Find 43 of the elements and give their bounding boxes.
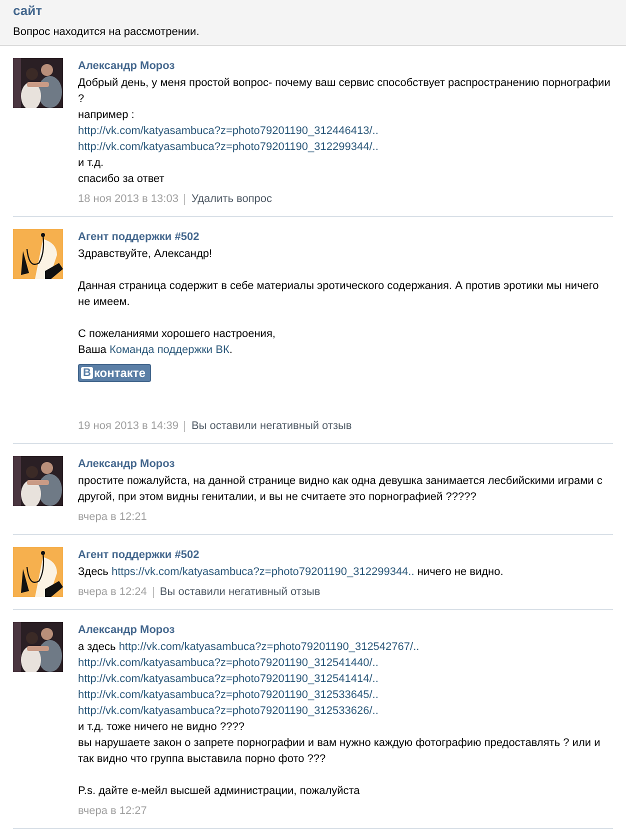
author-link[interactable]: Александр Мороз <box>78 58 613 74</box>
message-line: а здесь http://vk.com/katyasambuca?z=photo79201190_312542767/.. <box>78 640 420 655</box>
link[interactable]: http://vk.com/katyasambuca?z=photo79201190_312446413/.. <box>78 123 613 139</box>
message-line: вы нарушаете закон о запрете порнографии и вам нужно каждую фотографию предоставлять ? или и <box>78 736 602 751</box>
message-line: Данная страница содержит в себе материалы эротического содержания. А против эротики мы ничего <box>78 279 600 294</box>
link[interactable]: http://vk.com/katyasambuca?z=photo79201190_312299344/.. <box>78 139 613 155</box>
message-line: например : <box>78 108 136 123</box>
link[interactable]: https://vk.com/katyasambuca?z=photo79201190_312299344.. <box>111 566 414 578</box>
message-date: 19 ноя 2013 в 14:39 <box>78 419 178 434</box>
message-line: спасибо за ответ <box>78 172 166 187</box>
message-line: С пожеланиями хорошего настроения, <box>78 327 276 342</box>
link[interactable]: http://vk.com/katyasambuca?z=photo79201190_312541440/.. <box>78 655 613 671</box>
message-date: вчера в 12:24 <box>78 585 147 600</box>
message-line: ? <box>78 92 86 107</box>
message-line: не имеем. <box>78 295 131 310</box>
link[interactable]: http://vk.com/katyasambuca?z=photo79201190_312533645/.. <box>78 687 613 703</box>
message-date: 18 ноя 2013 в 13:03 <box>78 192 178 207</box>
message-line: Добрый день, у меня простой вопрос- почему ваш сервис способствует распространению порнографии <box>78 76 612 91</box>
author-link[interactable]: Агент поддержки #502 <box>78 229 613 245</box>
footer-link[interactable]: Вы оставили негативный отзыв <box>191 418 352 434</box>
message-date: вчера в 12:27 <box>78 804 147 819</box>
status-text: Вопрос находится на рассмотрении. <box>13 25 200 40</box>
message-line: так видно что группа выставила порно фото ??? <box>78 752 327 767</box>
footer-link[interactable]: Удалить вопрос <box>191 191 272 207</box>
message-line: простите пожалуйста, на данной странице видно как одна девушка занимается лесбийскими играми с <box>78 474 604 489</box>
message-line: и т.д. <box>78 156 105 171</box>
footer-link[interactable]: Вы оставили негативный отзыв <box>160 584 320 600</box>
author-link[interactable]: Александр Мороз <box>78 456 613 472</box>
message-line: Ваша Команда поддержки ВК. <box>78 343 234 358</box>
page-title: сайт <box>13 2 43 20</box>
message-line: другой, при этом видны гениталии, и вы не считаете это порнографией ????? <box>78 490 478 505</box>
message-line: Здесь https://vk.com/katyasambuca?z=photo79201190_312299344.. ничего не видно. <box>78 565 504 580</box>
link[interactable]: http://vk.com/katyasambuca?z=photo79201190_312542767/.. <box>118 641 420 653</box>
author-link[interactable]: Александр Мороз <box>78 622 613 638</box>
author-link[interactable]: Агент поддержки #502 <box>78 547 613 563</box>
message-date: вчера в 12:21 <box>78 510 147 525</box>
vk-logo: В контакте <box>78 364 150 382</box>
message-line: P.s. дайте е-мейл высшей администрации, пожалуйста <box>78 784 361 799</box>
message-line: Здравствуйте, Александр! <box>78 247 214 262</box>
message-line: и т.д. тоже ничего не видно ???? <box>78 720 246 735</box>
link[interactable]: Команда поддержки ВК <box>109 344 230 356</box>
link[interactable]: http://vk.com/katyasambuca?z=photo79201190_312533626/.. <box>78 703 613 719</box>
link[interactable]: http://vk.com/katyasambuca?z=photo79201190_312541414/.. <box>78 671 613 687</box>
